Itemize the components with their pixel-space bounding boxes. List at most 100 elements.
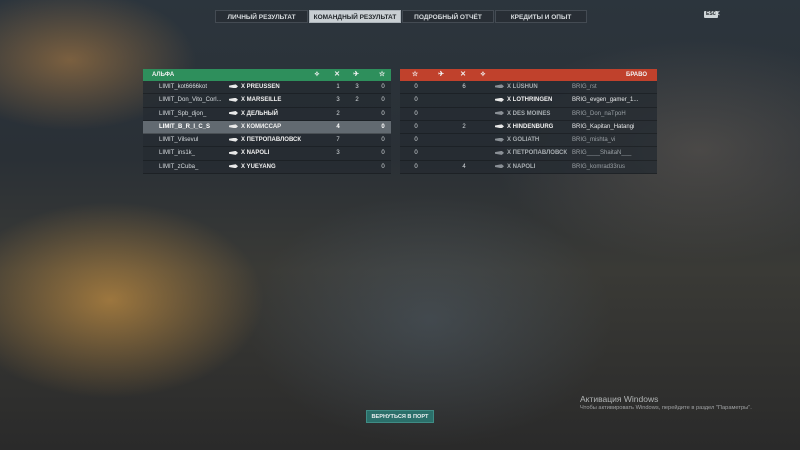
stat-cell: 4 — [462, 163, 466, 170]
player-name: BRIG_komrad33rus — [572, 163, 626, 170]
table-row[interactable]: LIMIT_kot6666kot X PREUSSEN 1 3 0 — [143, 81, 391, 95]
table-row[interactable]: 0 X GOLIATH BRIG_mishta_vi — [400, 134, 657, 148]
ship-class-icon — [495, 97, 504, 102]
ship-name: X GOLIATH — [507, 137, 540, 144]
player-name: BRIG_evgen_gamer_1... — [572, 97, 639, 104]
player-name: LIMIT_zCuba_ — [159, 163, 199, 170]
ship-class-icon — [495, 164, 504, 169]
laurel-icon: ⟡ — [480, 71, 486, 78]
ship-cell: X MARSEILLE — [229, 94, 281, 107]
player-name: BRIG____ShaitaN___ — [572, 150, 632, 157]
ship-cell: X GOLIATH — [495, 134, 539, 147]
ship-name: X LÜSHUN — [507, 84, 538, 90]
stat-cell: 0 — [414, 163, 418, 170]
ship-name: X HINDENBURG — [507, 123, 554, 130]
table-row[interactable]: LIMIT_Don_Vito_Corl... X MARSEILLE 3 2 0 — [143, 94, 391, 108]
stat-cell: 1 — [336, 84, 340, 90]
ship-name: X DES MOINES — [507, 110, 551, 117]
crossed-swords-icon: ✕ — [460, 71, 466, 78]
stat-cell: 4 — [336, 123, 340, 130]
tab-credits-and-xp[interactable]: КРЕДИТЫ И ОПЫТ — [495, 10, 587, 23]
tab-personal-result[interactable]: ЛИЧНЫЙ РЕЗУЛЬТАТ — [215, 10, 308, 23]
stat-cell: 0 — [381, 150, 385, 157]
ship-class-icon — [495, 84, 504, 89]
ship-class-icon — [229, 84, 238, 89]
ship-name: X КОМИССАР — [241, 123, 282, 130]
stat-cell: 0 — [414, 84, 418, 90]
table-row[interactable]: 0 X DES MOINES BRIG_Don_naTpoH — [400, 108, 657, 121]
tab-team-result[interactable]: КОМАНДНЫЙ РЕЗУЛЬТАТ — [309, 10, 401, 23]
ship-cell: X ДЕЛЬНЫЙ — [229, 108, 278, 121]
table-row-selected[interactable]: LIMIT_B_R_I_C_S X КОМИССАР 4 0 — [143, 120, 391, 135]
table-row[interactable]: 0 4 X NAPOLI BRIG_komrad33rus — [400, 161, 657, 175]
stat-cell: 2 — [462, 123, 466, 130]
table-row[interactable]: LIMIT_Vilsevul X ПЕТРОПАВЛОВСК 7 0 — [143, 134, 391, 148]
star-icon: ☆ — [411, 71, 419, 78]
windows-activation-title: Активация Windows — [580, 394, 659, 404]
stat-cell: 0 — [414, 110, 418, 117]
player-name: BRIG_Don_naTpoH — [572, 110, 626, 117]
ship-cell: X DES MOINES — [495, 108, 550, 121]
crossed-swords-icon: ✕ — [334, 71, 340, 78]
team-alpha-header: АЛЬФА ⟡ ✕ ✈ ☆ — [143, 69, 391, 81]
ship-class-icon — [495, 137, 504, 142]
player-name: BRIG_Kapitan_Hatangi — [572, 123, 635, 130]
table-row[interactable]: LIMIT_zCuba_ X YUEYANG 0 — [143, 161, 391, 175]
stat-cell: 6 — [462, 84, 466, 90]
ship-class-icon — [229, 150, 238, 155]
player-name: LIMIT_B_R_I_C_S — [159, 123, 211, 130]
ship-class-icon — [495, 111, 504, 116]
star-icon: ☆ — [378, 71, 386, 78]
player-name: LIMIT_ins1k_ — [159, 150, 196, 157]
ship-cell: X PREUSSEN — [229, 81, 280, 94]
ship-cell: X NAPOLI — [495, 161, 535, 174]
ship-name: X YUEYANG — [241, 163, 276, 170]
team-bravo-title: БРАВО — [626, 72, 647, 78]
ship-name: X ДЕЛЬНЫЙ — [241, 110, 278, 117]
stat-cell: 0 — [381, 123, 385, 130]
plane-icon: ✈ — [353, 71, 359, 78]
team-bravo-list: 0 6 X LÜSHUN BRIG_rst 0 X LOTHRINGEN BRI… — [400, 81, 657, 175]
stat-cell: 0 — [381, 163, 385, 170]
ship-class-icon — [229, 97, 238, 102]
stat-cell: 0 — [414, 137, 418, 144]
ship-cell: X NAPOLI — [229, 147, 269, 160]
stat-cell: 0 — [414, 123, 418, 130]
stat-cell: 3 — [336, 150, 340, 157]
stat-cell: 3 — [336, 97, 340, 104]
laurel-icon: ⟡ — [314, 71, 320, 78]
ship-class-icon — [495, 124, 504, 129]
tab-detailed-report[interactable]: ПОДРОБНЫЙ ОТЧЁТ — [402, 10, 494, 23]
player-name: LIMIT_Vilsevul — [159, 137, 199, 144]
player-name: LIMIT_Spb_djon_ — [159, 110, 207, 117]
ship-name: X ПЕТРОПАВЛОВСК — [507, 150, 568, 157]
table-row[interactable]: 0 X ПЕТРОПАВЛОВСК BRIG____ShaitaN___ — [400, 147, 657, 161]
ship-class-icon — [229, 111, 238, 116]
stat-cell: 0 — [381, 110, 385, 117]
player-name: BRIG_mishta_vi — [572, 137, 616, 144]
ship-name: X ПЕТРОПАВЛОВСК — [241, 137, 302, 144]
table-row[interactable]: 0 6 X LÜSHUN BRIG_rst — [400, 81, 657, 95]
ship-cell: X ПЕТРОПАВЛОВСК — [495, 147, 567, 160]
return-to-port-button[interactable]: ВЕРНУТЬСЯ В ПОРТ — [366, 410, 434, 423]
plane-icon: ✈ — [438, 71, 444, 78]
ship-name: X MARSEILLE — [241, 97, 282, 104]
close-icon[interactable]: ✕ — [714, 9, 721, 18]
table-row[interactable]: 0 X LOTHRINGEN BRIG_evgen_gamer_1... — [400, 94, 657, 108]
stat-cell: 0 — [381, 97, 385, 104]
ship-class-icon — [495, 150, 504, 155]
ship-class-icon — [229, 164, 238, 169]
ship-cell: X HINDENBURG — [495, 121, 553, 134]
table-row[interactable]: LIMIT_Spb_djon_ X ДЕЛЬНЫЙ 2 0 — [143, 108, 391, 121]
stat-cell: 2 — [336, 110, 340, 117]
table-row[interactable]: LIMIT_ins1k_ X NAPOLI 3 0 — [143, 147, 391, 161]
ship-name: X PREUSSEN — [241, 84, 280, 90]
team-alpha-list: LIMIT_kot6666kot X PREUSSEN 1 3 0 LIMIT_… — [143, 81, 391, 175]
ship-name: X NAPOLI — [507, 163, 536, 170]
stat-cell: 3 — [355, 84, 359, 90]
stat-cell: 0 — [414, 97, 418, 104]
table-row[interactable]: 0 2 X HINDENBURG BRIG_Kapitan_Hatangi — [400, 121, 657, 135]
ship-class-icon — [229, 124, 238, 129]
player-name: LIMIT_Don_Vito_Corl... — [159, 97, 222, 104]
stat-cell: 7 — [336, 137, 340, 144]
